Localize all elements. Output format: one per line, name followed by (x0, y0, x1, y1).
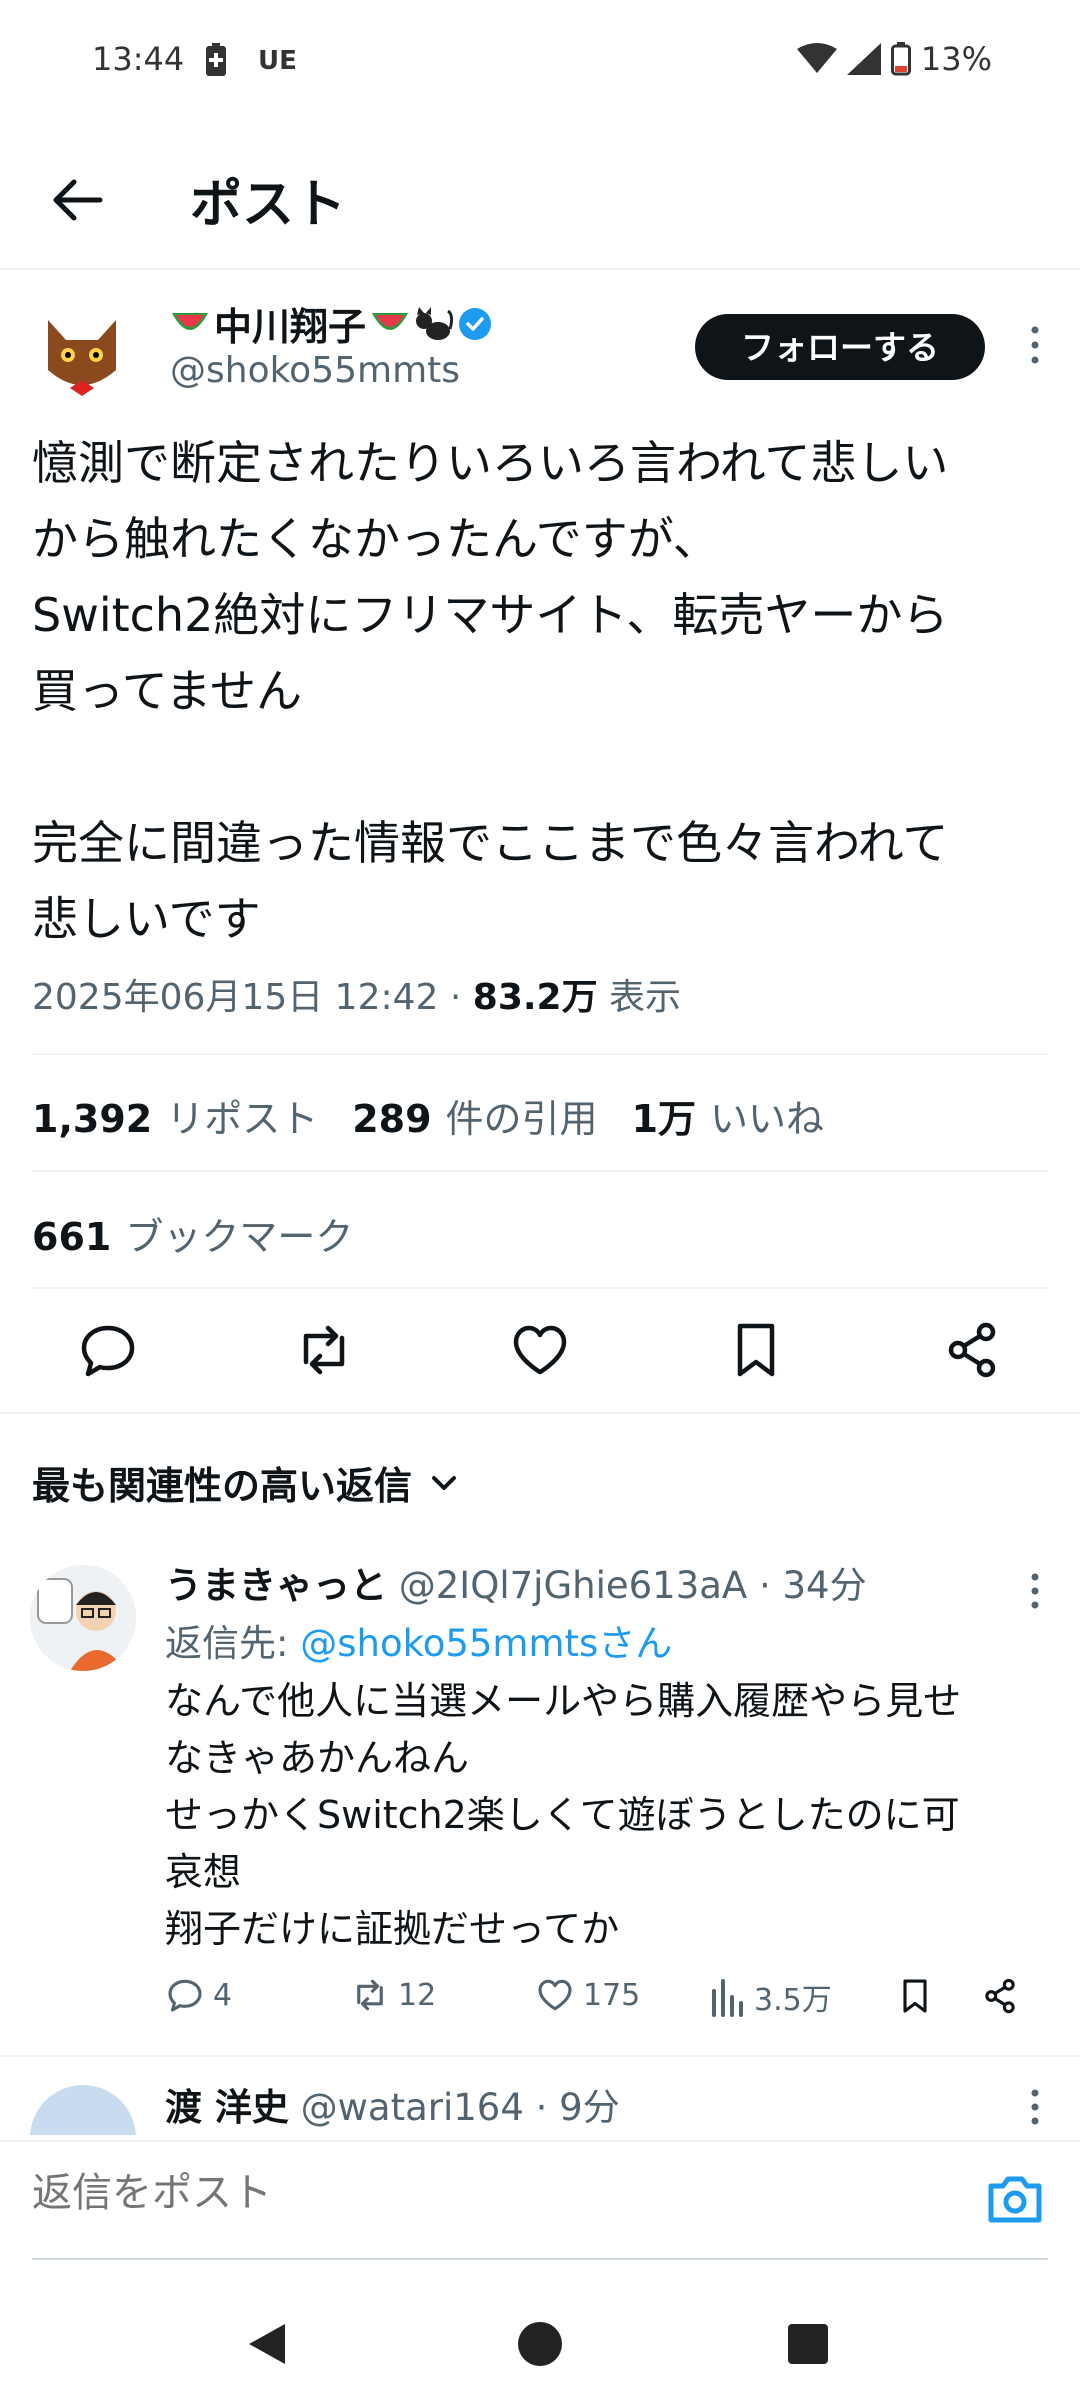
battery-percent: 13% (920, 40, 992, 78)
more-options-icon[interactable] (1020, 2085, 1050, 2129)
reply-avatar[interactable] (30, 2085, 136, 2135)
like-heart-icon (538, 1979, 572, 2011)
reply-author-handle[interactable]: @watari164 (301, 2086, 524, 2129)
post-datetime: 2025年06月15日 12:42 · (32, 977, 473, 1018)
chevron-down-icon (432, 1475, 457, 1490)
reply-text: なんで他人に当選メールやら購入履歴やら見せ なきゃあかんねん せっかくSwitc… (165, 1679, 962, 1951)
camera-icon[interactable] (985, 2172, 1045, 2226)
reply-icon (168, 1979, 202, 2012)
battery-icon (890, 42, 911, 76)
reply-share-button[interactable] (980, 1975, 1020, 2017)
views-count-button[interactable]: 3.5万 (710, 1975, 832, 2019)
divider (0, 1412, 1080, 1414)
divider (32, 1170, 1048, 1172)
post-author: 中川翔子 @shoko55mmts フォローする (30, 300, 1050, 410)
follow-button[interactable]: フォローする (695, 314, 985, 380)
repost-icon[interactable] (292, 1318, 356, 1382)
watermelon-icon (172, 312, 208, 330)
nav-home-icon[interactable] (516, 2320, 564, 2368)
reply-action-bar: 4 12 175 3.5万 (165, 1975, 1035, 2035)
black-cat-icon (416, 306, 454, 340)
wifi-icon (796, 43, 837, 73)
quotes-stat[interactable]: 289 件の引用 (352, 1088, 597, 1143)
post-stats: 1,392 リポスト 289 件の引用 1万 いいね (32, 1088, 824, 1143)
top-app-bar: ポスト (0, 150, 1080, 270)
reply-header: 渡 洋史 @watari164 · 9分 (165, 2077, 620, 2131)
status-time: 13:44 (92, 40, 185, 78)
reply-to-line: 返信先: @shoko55mmtsさん (165, 1622, 673, 1665)
compose-underline (32, 2258, 1048, 2260)
share-icon (985, 1978, 1015, 2014)
reply-item[interactable]: 渡 洋史 @watari164 · 9分 (0, 2055, 1080, 2135)
bookmark-icon (903, 1979, 927, 2013)
replies-sort-dropdown[interactable]: 最も関連性の高い返信 (32, 1455, 458, 1510)
page-title: ポスト (190, 175, 347, 235)
status-bar: 13:44 UE 13% (0, 0, 1080, 125)
verified-badge-icon (459, 307, 492, 340)
view-count: 83.2万 (472, 977, 598, 1018)
divider (32, 1053, 1048, 1055)
reply-count-button[interactable]: 4 (165, 1975, 232, 2015)
more-options-icon[interactable] (1020, 320, 1050, 370)
reply-author-name[interactable]: 渡 洋史 (165, 2086, 289, 2129)
reply-bookmark-button[interactable] (895, 1975, 935, 2017)
reply-input[interactable] (32, 2170, 932, 2216)
nav-recents-icon[interactable] (786, 2322, 830, 2366)
reply-to-link[interactable]: @shoko55mmtsさん (300, 1622, 672, 1665)
nav-back-icon[interactable] (245, 2320, 289, 2368)
bookmark-icon[interactable] (724, 1318, 788, 1382)
reply-time: · 9分 (535, 2086, 620, 2129)
author-name[interactable]: 中川翔子 (170, 296, 492, 351)
divider (0, 2140, 1080, 2142)
reply-header: うまきゃっと @2IQl7jGhie613aA · 34分 (165, 1555, 867, 1609)
reply-compose-bar (0, 2140, 1080, 2260)
share-icon[interactable] (940, 1318, 1004, 1382)
watermelon-icon (372, 312, 409, 330)
divider (32, 1287, 1048, 1289)
avatar[interactable] (30, 300, 134, 404)
post-text: 憶測で断定されたりいろいろ言われて悲しい から触れたくなかったんですが、 Swi… (32, 436, 949, 946)
like-heart-icon[interactable] (508, 1318, 572, 1382)
post-action-bar (0, 1290, 1080, 1410)
repost-icon (357, 1979, 383, 2011)
signal-icon (846, 43, 881, 75)
reply-time: · 34分 (758, 1564, 867, 1607)
bookmarks-stat[interactable]: 661 ブックマーク (32, 1206, 353, 1261)
status-right: 13% (796, 40, 992, 78)
views-chart-icon (712, 1979, 743, 2017)
carrier-label: UE (258, 46, 297, 76)
post-meta: 2025年06月15日 12:42 · 83.2万 表示 (32, 968, 681, 1020)
reposts-stat[interactable]: 1,392 リポスト (32, 1088, 318, 1143)
reply-author-name[interactable]: うまきゃっと (165, 1564, 387, 1607)
more-options-icon[interactable] (1020, 1569, 1050, 1613)
back-arrow-icon[interactable] (48, 170, 108, 230)
reply-icon[interactable] (76, 1318, 140, 1382)
battery-saver-icon (206, 43, 226, 76)
reply-avatar[interactable] (30, 1565, 136, 1671)
reply-author-handle[interactable]: @2IQl7jGhie613aA (399, 1564, 747, 1607)
view-label: 表示 (609, 977, 682, 1018)
like-count-button[interactable]: 175 (535, 1975, 640, 2015)
likes-stat[interactable]: 1万 いいね (632, 1088, 824, 1143)
cat-avatar-icon (30, 300, 134, 404)
author-handle[interactable]: @shoko55mmts (170, 350, 460, 391)
person-avatar-icon (30, 1565, 136, 1671)
repost-count-button[interactable]: 12 (350, 1975, 436, 2015)
system-navigation-bar (0, 2280, 1080, 2400)
